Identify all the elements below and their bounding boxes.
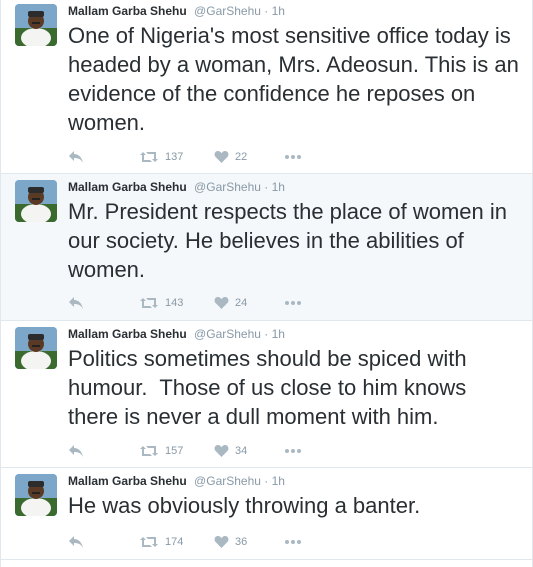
separator: · bbox=[260, 4, 272, 18]
tweet-actions: 174 36 bbox=[68, 534, 532, 550]
separator: · bbox=[260, 327, 272, 341]
more-button[interactable] bbox=[284, 295, 302, 311]
reply-icon bbox=[69, 445, 83, 457]
heart-icon bbox=[214, 151, 229, 163]
more-icon bbox=[285, 540, 301, 544]
retweet-icon bbox=[140, 152, 158, 162]
retweet-button[interactable]: 143 bbox=[139, 295, 183, 311]
retweet-button[interactable]: 157 bbox=[139, 443, 183, 459]
reply-icon bbox=[69, 151, 83, 163]
user-handle[interactable]: @GarShehu bbox=[194, 474, 261, 488]
retweet-count: 143 bbox=[165, 297, 184, 309]
reply-button[interactable] bbox=[68, 534, 84, 550]
tweet-actions: 143 24 bbox=[68, 295, 532, 311]
avatar[interactable] bbox=[15, 4, 57, 46]
tweet-actions: 137 22 bbox=[68, 149, 532, 165]
tweet-feed: Mallam Garba Shehu @GarShehu · 1h One of… bbox=[0, 0, 533, 567]
like-button[interactable]: 24 bbox=[214, 295, 247, 311]
user-handle[interactable]: @GarShehu bbox=[194, 180, 261, 194]
tweet-header: Mallam Garba Shehu @GarShehu · 1h bbox=[68, 473, 285, 489]
heart-icon bbox=[214, 297, 229, 309]
like-button[interactable]: 36 bbox=[214, 534, 247, 550]
like-button[interactable]: 34 bbox=[214, 443, 247, 459]
more-icon bbox=[285, 301, 301, 305]
like-button[interactable]: 22 bbox=[214, 149, 247, 165]
more-button[interactable] bbox=[284, 443, 302, 459]
tweet-text: He was obviously throwing a banter. bbox=[68, 493, 421, 518]
user-name[interactable]: Mallam Garba Shehu bbox=[68, 327, 187, 341]
like-count: 24 bbox=[235, 297, 248, 309]
reply-icon bbox=[69, 297, 83, 309]
retweet-count: 174 bbox=[165, 536, 184, 548]
more-icon bbox=[285, 155, 301, 159]
separator: · bbox=[260, 180, 272, 194]
more-icon bbox=[285, 449, 301, 453]
reply-button[interactable] bbox=[68, 295, 84, 311]
tweet-text: Mr. President respects the place of wome… bbox=[68, 199, 514, 282]
more-button[interactable] bbox=[284, 149, 302, 165]
tweet[interactable]: Mallam Garba Shehu @GarShehu · 1h Mr. Pr… bbox=[1, 174, 532, 321]
user-handle[interactable]: @GarShehu bbox=[194, 327, 261, 341]
timestamp[interactable]: 1h bbox=[272, 474, 285, 488]
retweet-button[interactable]: 174 bbox=[139, 534, 183, 550]
avatar[interactable] bbox=[15, 180, 57, 222]
separator: · bbox=[260, 474, 272, 488]
timestamp[interactable]: 1h bbox=[272, 4, 285, 18]
avatar[interactable] bbox=[15, 327, 57, 369]
timestamp[interactable]: 1h bbox=[272, 327, 285, 341]
retweet-count: 157 bbox=[165, 445, 184, 457]
retweet-button[interactable]: 137 bbox=[139, 149, 183, 165]
tweet-text: One of Nigeria's most sensitive office t… bbox=[68, 23, 525, 135]
reply-icon bbox=[69, 536, 83, 548]
tweet-header: Mallam Garba Shehu @GarShehu · 1h bbox=[68, 179, 285, 195]
like-count: 34 bbox=[235, 445, 248, 457]
retweet-icon bbox=[140, 537, 158, 547]
reply-button[interactable] bbox=[68, 149, 84, 165]
avatar[interactable] bbox=[15, 474, 57, 516]
tweet-header: Mallam Garba Shehu @GarShehu · 1h bbox=[68, 3, 285, 19]
reply-button[interactable] bbox=[68, 443, 84, 459]
timestamp[interactable]: 1h bbox=[272, 180, 285, 194]
user-name[interactable]: Mallam Garba Shehu bbox=[68, 474, 187, 488]
tweet-actions: 157 34 bbox=[68, 443, 532, 459]
retweet-icon bbox=[140, 298, 158, 308]
like-count: 22 bbox=[235, 151, 248, 163]
more-button[interactable] bbox=[284, 534, 302, 550]
retweet-icon bbox=[140, 446, 158, 456]
user-name[interactable]: Mallam Garba Shehu bbox=[68, 180, 187, 194]
retweet-count: 137 bbox=[165, 151, 184, 163]
user-handle[interactable]: @GarShehu bbox=[194, 4, 261, 18]
like-count: 36 bbox=[235, 536, 248, 548]
tweet-text: Politics sometimes should be spiced with… bbox=[68, 346, 473, 429]
heart-icon bbox=[214, 536, 229, 548]
tweet[interactable]: Mallam Garba Shehu @GarShehu · 1h One of… bbox=[1, 0, 532, 174]
tweet[interactable]: Mallam Garba Shehu @GarShehu · 1h He was… bbox=[1, 468, 532, 560]
heart-icon bbox=[214, 445, 229, 457]
user-name[interactable]: Mallam Garba Shehu bbox=[68, 4, 187, 18]
tweet-header: Mallam Garba Shehu @GarShehu · 1h bbox=[68, 326, 285, 342]
tweet[interactable]: Mallam Garba Shehu @GarShehu · 1h Politi… bbox=[1, 321, 532, 468]
